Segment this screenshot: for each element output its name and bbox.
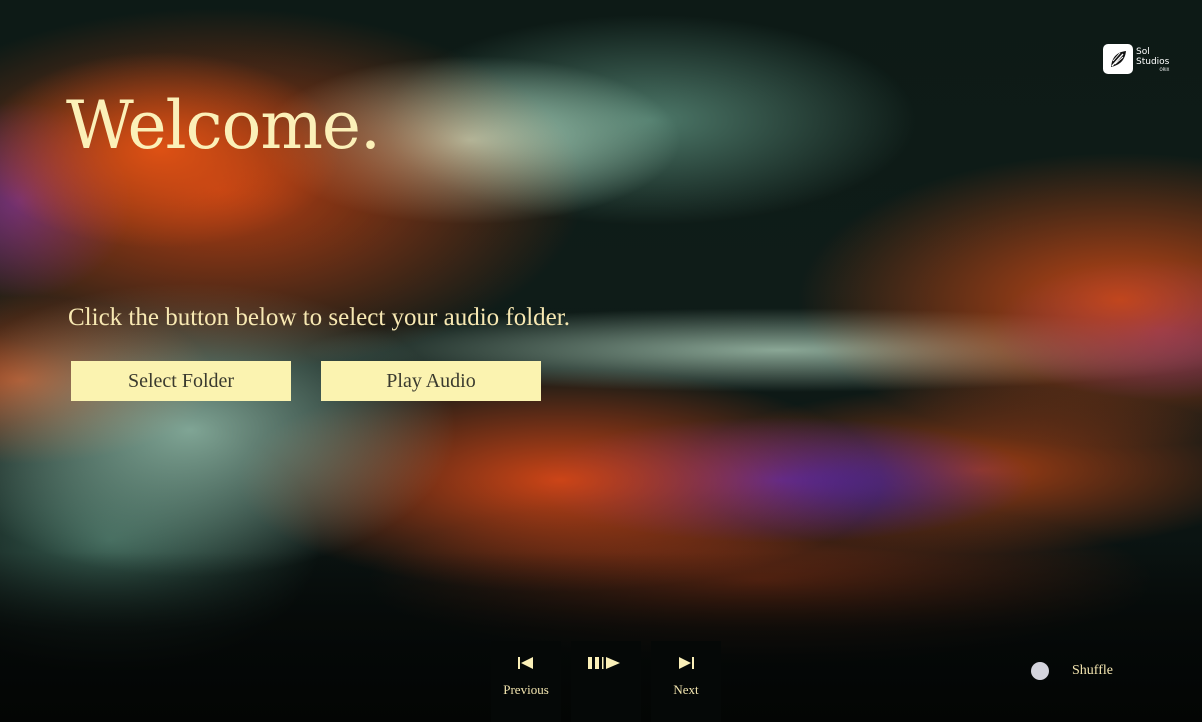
shuffle-toggle[interactable] [1031,662,1049,680]
app-window: Sol Studios ORIX Welcome. Click the butt… [0,0,1202,722]
skip-previous-icon [517,654,535,672]
skip-next-icon [677,654,695,672]
previous-label: Previous [503,682,549,697]
brand-name-line3: ORIX [1159,66,1170,72]
next-label: Next [673,682,699,697]
play-audio-button[interactable]: Play Audio [321,361,541,401]
brand-name: Sol Studios ORIX [1136,47,1169,72]
play-pause-button[interactable] [571,641,641,722]
select-folder-button[interactable]: Select Folder [71,361,291,401]
brand-name-line2: Studios [1136,56,1170,67]
shuffle-control[interactable]: Shuffle [1031,662,1113,680]
playback-controls: Previous Next [491,641,721,722]
leaf-logo-icon [1103,44,1133,74]
instruction-text: Click the button below to select your au… [68,304,570,331]
play-pause-icon [587,654,625,672]
welcome-title: Welcome. [66,87,381,164]
next-button[interactable]: Next [651,641,721,722]
sol-studios-logo: Sol Studios ORIX [1103,44,1169,74]
shuffle-label: Shuffle [1072,663,1113,678]
brand-name-line1: Sol [1136,46,1150,57]
previous-button[interactable]: Previous [491,641,561,722]
